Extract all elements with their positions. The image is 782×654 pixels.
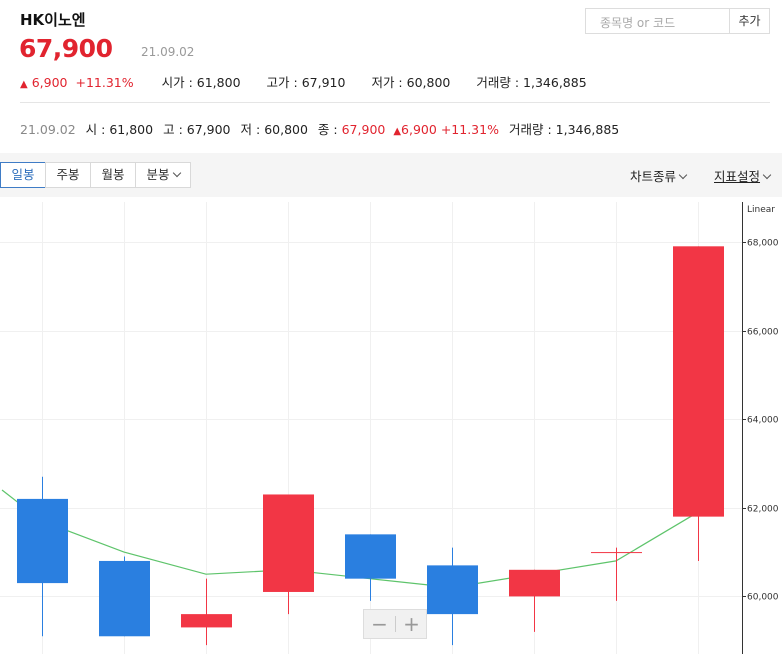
candlestick-chart[interactable]: Linear 68,000 66,000 64,000 62,000 60,000 (0, 197, 782, 654)
high-value: 67,910 (301, 75, 346, 90)
candle-body (673, 246, 724, 517)
add-button[interactable]: 추가 (730, 8, 770, 34)
candle-body (17, 498, 68, 584)
y-tick-label: 64,000 (747, 416, 779, 426)
tab-minute[interactable]: 분봉 (135, 162, 191, 188)
y-axis: Linear 68,000 66,000 64,000 62,000 60,000 (742, 202, 779, 654)
zoom-out-button[interactable]: − (364, 610, 395, 638)
zoom-control: − + (363, 609, 427, 639)
detail-date: 21.09.02 (20, 122, 76, 137)
indicator-settings-label: 지표설정 (714, 169, 761, 184)
chart-type-dropdown[interactable]: 차트종류 (630, 166, 688, 185)
open-value: 61,800 (196, 75, 241, 90)
tab-weekly[interactable]: 주봉 (45, 162, 91, 188)
detail-high: 67,900 (186, 122, 231, 137)
change-amount: 6,900 (31, 75, 68, 90)
detail-low: 60,800 (264, 122, 308, 137)
zoom-in-button[interactable]: + (396, 610, 427, 638)
candle-body (99, 560, 150, 637)
high-label: 고가 (266, 75, 290, 90)
candle-body (427, 565, 478, 615)
indicator-settings-dropdown[interactable]: 지표설정 (714, 166, 772, 185)
chevron-down-icon (172, 168, 181, 178)
candle-body (345, 534, 396, 579)
stock-name: HK이노엔 (20, 11, 86, 29)
detail-change: 6,900 (401, 122, 437, 137)
detail-close-label: 종 (317, 122, 330, 137)
detail-change-percent: +11.31% (440, 122, 499, 137)
tab-minute-label: 분봉 (146, 167, 170, 182)
chevron-down-icon (678, 170, 688, 180)
y-tick-label: 66,000 (747, 328, 779, 338)
y-tick-label: 68,000 (747, 239, 779, 249)
detail-volume-label: 거래량 (508, 122, 544, 137)
detail-low-label: 저 (240, 122, 253, 137)
low-value: 60,800 (406, 75, 451, 90)
tab-daily[interactable]: 일봉 (0, 162, 46, 188)
volume-label: 거래량 (476, 75, 511, 90)
volume-value: 1,346,885 (523, 75, 587, 90)
change-percent: +11.31% (75, 75, 134, 90)
price-date: 21.09.02 (141, 45, 195, 59)
detail-open: 61,800 (109, 122, 154, 137)
candle-body (181, 614, 232, 628)
candle-body (263, 494, 314, 592)
scale-label: Linear (747, 205, 775, 215)
detail-change-arrow-icon: ▲ (393, 126, 402, 137)
candle-body (591, 552, 642, 554)
current-price: 67,900 (19, 34, 113, 63)
detail-close: 67,900 (341, 122, 386, 137)
low-label: 저가 (371, 75, 395, 90)
open-label: 시가 (161, 75, 185, 90)
y-tick-label: 62,000 (747, 505, 779, 515)
change-arrow-icon: ▲ (20, 79, 28, 90)
chevron-down-icon (762, 170, 772, 180)
detail-volume: 1,346,885 (555, 122, 620, 137)
tab-monthly[interactable]: 월봉 (90, 162, 136, 188)
detail-open-label: 시 (85, 122, 98, 137)
detail-high-label: 고 (163, 122, 175, 137)
divider (20, 102, 770, 103)
ohlc-detail-row: 21.09.02 시 : 61,800 고 : 67,900 저 : 60,80… (20, 122, 620, 137)
stock-search-input[interactable]: 종목명 or 코드 (585, 8, 730, 34)
price-summary: ▲ 6,900 +11.31% 시가 : 61,800 고가 : 67,910 … (20, 75, 587, 90)
chart-type-label: 차트종류 (630, 169, 677, 184)
candle-body (509, 569, 560, 597)
chart-toolbar: 일봉 주봉 월봉 분봉 차트종류 지표설정 (0, 153, 782, 197)
y-tick-label: 60,000 (747, 593, 779, 603)
